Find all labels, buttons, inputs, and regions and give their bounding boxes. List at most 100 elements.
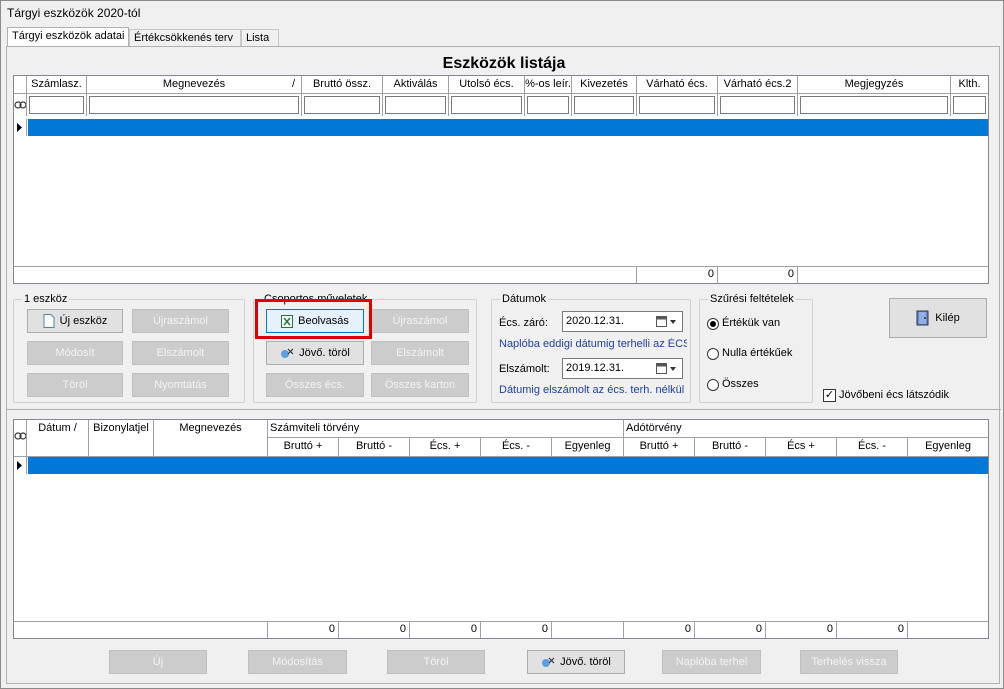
filter-kivezetes[interactable] bbox=[574, 96, 634, 114]
col-tax-gross-plus[interactable]: Bruttó + bbox=[624, 438, 695, 457]
footer-acc-gross-plus: 0 bbox=[268, 621, 339, 638]
door-icon bbox=[916, 310, 929, 326]
filter-varhato-ecs[interactable] bbox=[639, 96, 715, 114]
entry-new-button[interactable]: Új bbox=[109, 650, 207, 674]
undo-post-button[interactable]: Terhelés vissza bbox=[800, 650, 898, 674]
settled-date-picker[interactable]: 2019.12.31. bbox=[562, 358, 683, 379]
asset-panel: Eszközök listája Számlasz. Megnevezés / B… bbox=[6, 46, 1001, 684]
settled-date-label: Elszámolt: bbox=[499, 363, 550, 375]
footer-acc-gross-minus: 0 bbox=[339, 621, 410, 638]
sort-indicator: / bbox=[291, 78, 295, 90]
tab-depreciation-plan[interactable]: Értékcsökkenés terv bbox=[129, 29, 241, 47]
bulk-recalc-button[interactable]: Újraszámol bbox=[371, 309, 469, 333]
footer-varhato-ecs: 0 bbox=[637, 266, 718, 283]
tab-list[interactable]: Lista bbox=[241, 29, 279, 47]
exit-button[interactable]: Kilép bbox=[889, 298, 987, 338]
col-acc-gross-plus[interactable]: Bruttó + bbox=[268, 438, 339, 457]
filter-utolso-ecs[interactable] bbox=[451, 96, 522, 114]
dates-legend: Dátumok bbox=[500, 293, 549, 305]
future-delete-label: Jövő. töröl bbox=[299, 347, 350, 359]
col-tax-balance[interactable]: Egyenleg bbox=[908, 438, 988, 457]
col-bizonylatjel[interactable]: Bizonylatjel bbox=[89, 420, 154, 457]
filter-megnevezes[interactable] bbox=[89, 96, 299, 114]
footer-tax-dep-plus: 0 bbox=[766, 621, 837, 638]
delete-future-icon bbox=[542, 657, 555, 667]
filter-brutto[interactable] bbox=[304, 96, 380, 114]
col-varhato-ecs2[interactable]: Várható écs.2 bbox=[718, 76, 798, 94]
filter-megjegyzes[interactable] bbox=[800, 96, 948, 114]
group-tax-law: Adótörvény bbox=[624, 420, 988, 438]
divider bbox=[7, 409, 1001, 410]
journal-post-button[interactable]: Naplóba terhel bbox=[662, 650, 761, 674]
future-delete-button[interactable]: Jövő. töröl bbox=[266, 341, 364, 365]
col-tax-gross-minus[interactable]: Bruttó - bbox=[695, 438, 766, 457]
col-aktivalas[interactable]: Aktiválás bbox=[383, 76, 449, 94]
all-cards-button[interactable]: Összes karton bbox=[371, 373, 469, 397]
radio-has-value[interactable] bbox=[707, 318, 719, 330]
settled-button[interactable]: Elszámolt bbox=[132, 341, 229, 365]
col-varhato-ecs[interactable]: Várható écs. bbox=[637, 76, 718, 94]
radio-all[interactable] bbox=[707, 379, 719, 391]
future-visible-label: Jövőbeni écs látszódik bbox=[839, 389, 950, 401]
settled-date-value: 2019.12.31. bbox=[566, 362, 625, 374]
radio-zero-value[interactable] bbox=[707, 348, 719, 360]
footer-tax-dep-minus: 0 bbox=[837, 621, 908, 638]
all-depreciation-button[interactable]: Összes écs. bbox=[266, 373, 364, 397]
entry-delete-button[interactable]: Töröl bbox=[387, 650, 485, 674]
bulk-settled-button[interactable]: Elszámolt bbox=[371, 341, 469, 365]
filter-szamlasz[interactable] bbox=[29, 96, 84, 114]
col-megnevezes-label: Megnevezés bbox=[162, 78, 226, 90]
tab-asset-data[interactable]: Tárgyi eszközök adatai bbox=[7, 27, 129, 48]
settings-icon bbox=[14, 420, 27, 457]
calendar-icon bbox=[656, 363, 676, 374]
entries-grid[interactable]: Dátum / Bizonylatjel Megnevezés Számvite… bbox=[13, 419, 989, 639]
filter-legend: Szűrési feltételek bbox=[708, 293, 796, 305]
filter-klth[interactable] bbox=[953, 96, 986, 114]
col-acc-dep-plus[interactable]: Écs. + bbox=[410, 438, 481, 457]
entry-future-delete-button[interactable]: Jövő. töröl bbox=[527, 650, 625, 674]
col-kivezetes[interactable]: Kivezetés bbox=[572, 76, 637, 94]
selected-row[interactable] bbox=[28, 119, 988, 136]
col-leiras-pct[interactable]: %-os leír. bbox=[525, 76, 572, 94]
col-brutto[interactable]: Bruttó össz. bbox=[302, 76, 383, 94]
settled-date-note: Dátumig elszámolt az écs. terh. nélkül bbox=[499, 384, 685, 396]
row-pointer bbox=[14, 119, 27, 136]
calendar-icon bbox=[656, 316, 676, 327]
close-date-picker[interactable]: 2020.12.31. bbox=[562, 311, 683, 332]
col-datum[interactable]: Dátum / bbox=[27, 420, 89, 457]
col-datum-label: Dátum bbox=[38, 422, 71, 434]
recalc-button[interactable]: Újraszámol bbox=[132, 309, 229, 333]
close-date-label: Écs. záró: bbox=[499, 317, 548, 329]
row-pointer bbox=[14, 457, 27, 474]
col-acc-gross-minus[interactable]: Bruttó - bbox=[339, 438, 410, 457]
footer-tax-gross-plus: 0 bbox=[624, 621, 695, 638]
footer-tax-gross-minus: 0 bbox=[695, 621, 766, 638]
selected-entry-row[interactable] bbox=[28, 457, 988, 474]
col-acc-dep-minus[interactable]: Écs. - bbox=[481, 438, 552, 457]
window-title: Tárgyi eszközök 2020-tól bbox=[7, 6, 141, 20]
col-tax-dep-minus[interactable]: Écs. - bbox=[837, 438, 908, 457]
radio-has-value-label: Értékük van bbox=[722, 317, 781, 329]
filter-leiras-pct[interactable] bbox=[527, 96, 569, 114]
future-visible-checkbox[interactable]: ✓ bbox=[823, 389, 836, 402]
entry-modify-button[interactable]: Módosítás bbox=[248, 650, 347, 674]
col-utolso-ecs[interactable]: Utolsó écs. bbox=[449, 76, 525, 94]
filter-aktivalas[interactable] bbox=[385, 96, 446, 114]
delete-future-icon bbox=[281, 348, 294, 358]
col-megnevezes[interactable]: Megnevezés / bbox=[87, 76, 302, 94]
highlight-box bbox=[255, 299, 372, 339]
col-acc-balance[interactable]: Egyenleg bbox=[552, 438, 624, 457]
new-asset-button[interactable]: Új eszköz bbox=[27, 309, 123, 333]
modify-button[interactable]: Módosít bbox=[27, 341, 123, 365]
delete-button[interactable]: Töröl bbox=[27, 373, 123, 397]
col-megjegyzes[interactable]: Megjegyzés bbox=[798, 76, 951, 94]
filter-varhato-ecs2[interactable] bbox=[720, 96, 795, 114]
assets-grid[interactable]: Számlasz. Megnevezés / Bruttó össz. Aktiv… bbox=[13, 75, 989, 284]
footer-acc-dep-plus: 0 bbox=[410, 621, 481, 638]
print-button[interactable]: Nyomtatás bbox=[132, 373, 229, 397]
col-megnevezes-2[interactable]: Megnevezés bbox=[154, 420, 268, 457]
single-asset-legend: 1 eszköz bbox=[22, 293, 70, 305]
col-tax-dep-plus[interactable]: Écs + bbox=[766, 438, 837, 457]
col-szamlasz[interactable]: Számlasz. bbox=[27, 76, 87, 94]
col-klth[interactable]: Klth. bbox=[951, 76, 988, 94]
